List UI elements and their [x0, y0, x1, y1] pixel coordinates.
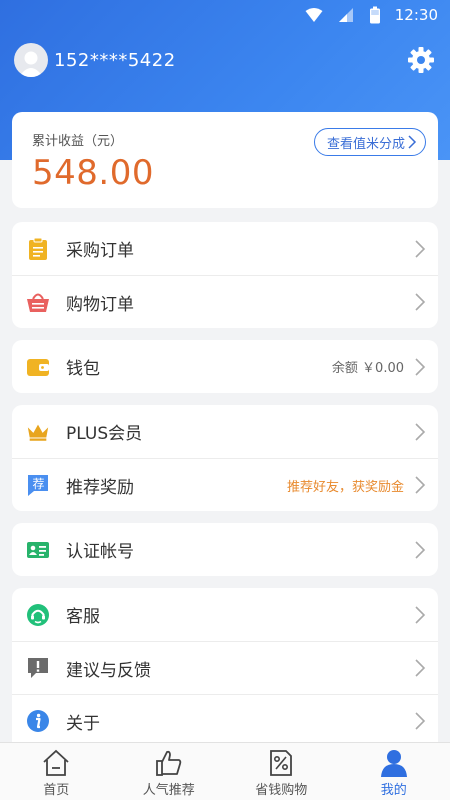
bottom-tab-bar: 首页 人气推荐 省钱购物 我的 — [0, 742, 450, 800]
chevron-right-icon — [408, 135, 417, 149]
orders-group: 采购订单 购物订单 — [12, 222, 438, 328]
gear-icon[interactable] — [406, 45, 436, 75]
tab-label: 我的 — [380, 783, 407, 798]
tab-popular[interactable]: 人气推荐 — [113, 743, 226, 800]
menu-item-wallet[interactable]: 钱包 余额 ￥0.00 — [12, 340, 438, 393]
menu-item-plus-member[interactable]: PLUS会员 — [12, 405, 438, 458]
menu-item-purchase-orders[interactable]: 采购订单 — [12, 222, 438, 275]
view-share-button[interactable]: 查看值米分成 — [313, 128, 426, 156]
wifi-icon — [305, 8, 323, 22]
verify-group: 认证帐号 — [12, 523, 438, 576]
menu-item-label: 购物订单 — [66, 294, 134, 315]
tab-label: 首页 — [43, 783, 70, 798]
menu-item-label: 采购订单 — [66, 241, 134, 261]
tab-label: 省钱购物 — [255, 783, 308, 798]
wallet-group: 钱包 余额 ￥0.00 — [12, 340, 438, 393]
menu-item-label: 建议与反馈 — [66, 660, 151, 681]
crown-icon — [26, 420, 50, 444]
earnings-card: 累计收益（元） 548.00 查看值米分成 — [12, 112, 438, 208]
menu-item-label: 客服 — [66, 607, 100, 627]
basket-icon — [26, 290, 50, 314]
chevron-right-icon — [415, 605, 426, 624]
tab-home[interactable]: 首页 — [0, 743, 113, 800]
menu-item-label: 推荐奖励 — [66, 477, 134, 498]
menu-item-recommend-reward[interactable]: 荐 推荐奖励 推荐好友，获奖励金 — [12, 458, 438, 511]
view-share-label: 查看值米分成 — [326, 136, 405, 152]
menu-item-label: 关于 — [66, 713, 100, 734]
chevron-right-icon — [415, 540, 426, 559]
menu-item-customer-service[interactable]: 客服 — [12, 588, 438, 641]
status-bar: 12:30 — [0, 0, 450, 30]
headset-icon — [26, 603, 50, 627]
avatar-person-icon — [19, 51, 43, 77]
chevron-right-icon — [415, 712, 426, 730]
membership-group: PLUS会员 荐 推荐奖励 推荐好友，获奖励金 — [12, 405, 438, 511]
chevron-right-icon — [415, 293, 426, 311]
chevron-right-icon — [415, 357, 426, 376]
home-icon — [43, 749, 69, 776]
menu-item-label: 认证帐号 — [66, 542, 134, 562]
clipboard-icon — [26, 237, 50, 261]
battery-icon — [369, 6, 380, 24]
tab-label: 人气推荐 — [142, 783, 195, 798]
chevron-right-icon — [415, 239, 426, 258]
menu-item-label: 钱包 — [66, 359, 100, 379]
support-group: 客服 建议与反馈 关于 — [12, 588, 438, 747]
thumbs-up-icon — [155, 750, 181, 776]
chevron-right-icon — [415, 476, 426, 494]
wallet-icon — [26, 355, 50, 379]
earnings-value: 548.00 — [32, 153, 154, 193]
feedback-icon — [26, 656, 50, 680]
phone-number: 152****5422 — [54, 49, 176, 71]
tab-save-shopping[interactable]: 省钱购物 — [225, 743, 338, 800]
chevron-right-icon — [415, 659, 426, 677]
signal-icon — [338, 8, 353, 22]
menu-item-about[interactable]: 关于 — [12, 694, 438, 747]
profile-row: 152****5422 — [14, 42, 436, 78]
chevron-right-icon — [415, 422, 426, 441]
person-icon — [380, 750, 407, 777]
menu-item-verify-account[interactable]: 认证帐号 — [12, 523, 438, 576]
id-card-icon — [26, 538, 50, 562]
menu-item-label: PLUS会员 — [66, 424, 143, 444]
discount-icon — [270, 750, 293, 776]
recommend-glyph: 荐 — [32, 477, 44, 491]
wallet-balance: 余额 ￥0.00 — [331, 361, 404, 376]
tab-mine[interactable]: 我的 — [338, 743, 450, 800]
menu-item-shopping-orders[interactable]: 购物订单 — [12, 275, 438, 328]
info-icon — [26, 709, 50, 733]
recommend-icon: 荐 — [26, 473, 50, 497]
avatar[interactable] — [14, 43, 48, 77]
recommend-promo: 推荐好友，获奖励金 — [286, 479, 404, 495]
status-time: 12:30 — [394, 6, 438, 24]
menu-item-feedback[interactable]: 建议与反馈 — [12, 641, 438, 694]
